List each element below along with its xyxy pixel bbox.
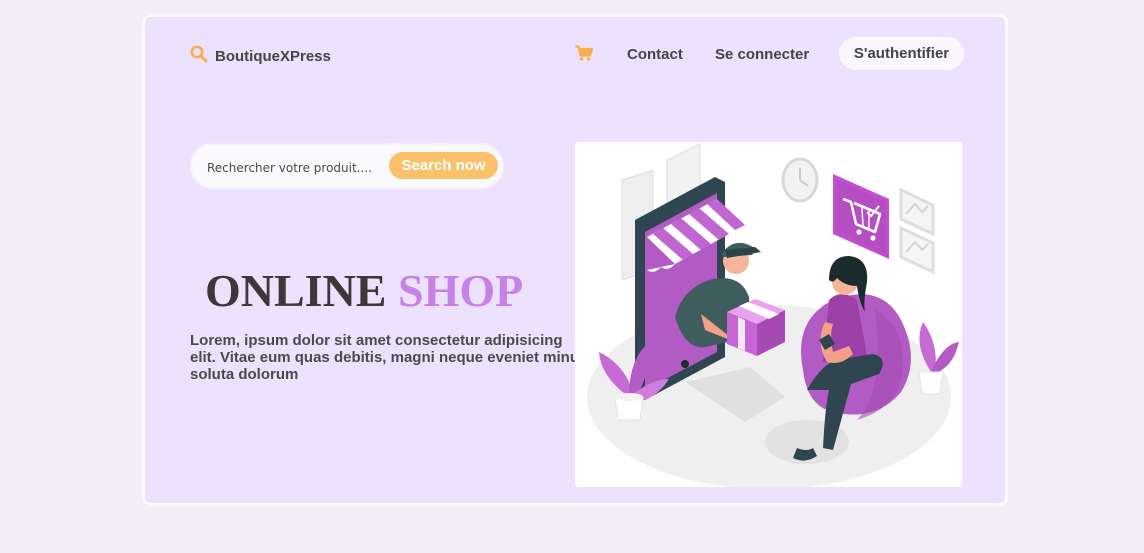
search-button[interactable]: Search now — [389, 152, 498, 179]
authenticate-button[interactable]: S'authentifier — [839, 37, 964, 70]
potted-plant-right-illustration — [918, 322, 959, 395]
main-card: BoutiqueXPress Contact Se connecter S'au… — [142, 14, 1008, 506]
search-bar: Search now — [190, 143, 504, 189]
nav-login-link[interactable]: Se connecter — [715, 46, 809, 63]
shopping-cart-sign-icon — [833, 174, 889, 259]
nav-contact-link[interactable]: Contact — [627, 46, 683, 63]
hero-title-online: ONLINE — [205, 265, 387, 316]
search-input[interactable] — [205, 156, 389, 180]
hero-description: Lorem, ipsum dolor sit amet consectetur … — [190, 332, 588, 383]
clock-icon — [781, 157, 819, 203]
hero-title: ONLINE SHOP — [205, 265, 523, 317]
brand-name: BoutiqueXPress — [215, 48, 331, 65]
hero-illustration — [575, 142, 962, 489]
brand-logo[interactable]: BoutiqueXPress — [190, 45, 331, 68]
search-icon — [190, 45, 208, 68]
hero-title-shop: SHOP — [397, 265, 524, 316]
cart-icon[interactable] — [575, 45, 594, 67]
